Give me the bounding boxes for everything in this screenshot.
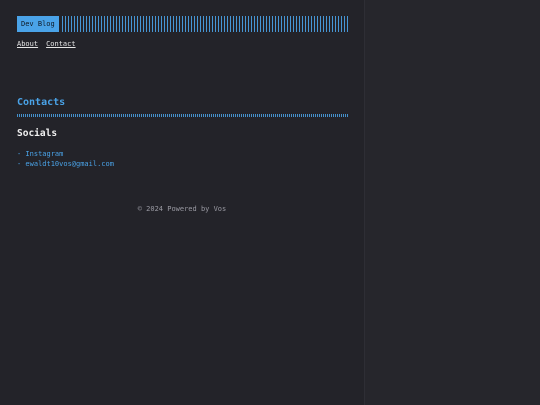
nav-link-about[interactable]: About: [17, 40, 38, 48]
page-title: Contacts: [17, 97, 66, 108]
socials-heading: Socials: [17, 128, 58, 139]
social-link-email[interactable]: - ewaldt10vos@gmail.com: [17, 159, 349, 169]
socials-list: - Instagram - ewaldt10vos@gmail.com: [17, 149, 349, 169]
title-divider: [17, 114, 348, 117]
nav-link-contact[interactable]: Contact: [46, 40, 76, 48]
footer-text: © 2024 Powered by Vos: [137, 205, 227, 213]
social-link-instagram[interactable]: - Instagram: [17, 149, 349, 159]
side-panel: [364, 0, 540, 405]
logo-bars-decoration: [61, 16, 349, 32]
site-logo[interactable]: Dev Blog: [17, 16, 59, 32]
site-header: Dev Blog: [17, 16, 349, 32]
main-nav: About Contact: [17, 40, 349, 48]
main-content: Dev Blog About Contact Contacts Socials …: [17, 16, 349, 169]
